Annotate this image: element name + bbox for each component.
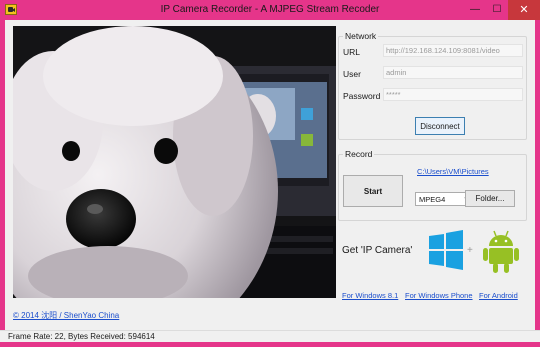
video-preview: [13, 26, 336, 298]
promo-heading: Get 'IP Camera': [342, 245, 413, 256]
user-label: User: [343, 69, 361, 79]
title-bar[interactable]: IP Camera Recorder - A MJPEG Stream Reco…: [0, 0, 540, 20]
start-record-button[interactable]: Start: [343, 175, 403, 207]
window-border-bottom: [0, 342, 540, 347]
credit-link[interactable]: © 2014 沈阳 / ShenYao China: [13, 310, 119, 321]
status-bar: Frame Rate: 22, Bytes Received: 594614: [0, 330, 540, 342]
url-label: URL: [343, 47, 361, 57]
record-group-label: Record: [343, 149, 375, 159]
password-label: Password: [343, 91, 381, 101]
status-text: Frame Rate: 22, Bytes Received: 594614: [8, 332, 155, 341]
camera-frame-image: [13, 26, 336, 298]
output-path-link[interactable]: C:\Users\VM\Pictures: [417, 167, 489, 176]
close-button[interactable]: ✕: [508, 0, 540, 20]
maximize-button[interactable]: ☐: [486, 0, 508, 20]
folder-button[interactable]: Folder...: [465, 190, 515, 207]
url-field[interactable]: [383, 44, 523, 57]
window-title: IP Camera Recorder - A MJPEG Stream Reco…: [160, 4, 380, 15]
client-area: © 2014 沈阳 / ShenYao China Network URL Us…: [5, 20, 535, 342]
codec-select[interactable]: MPEG4 ▾: [415, 192, 471, 206]
plus-sign: +: [467, 245, 473, 256]
windows-logo-icon: [429, 230, 463, 270]
android-logo-icon: [483, 230, 519, 273]
record-group: Record C:\Users\VM\Pictures Start MPEG4 …: [338, 149, 527, 221]
codec-value: MPEG4: [419, 195, 446, 204]
window-border-right: [535, 20, 540, 347]
windows-phone-store-link[interactable]: For Windows Phone: [405, 291, 473, 300]
android-store-link[interactable]: For Android: [479, 291, 518, 300]
network-group: Network URL User Password Disconnect: [338, 31, 527, 140]
windows-store-link[interactable]: For Windows 8.1: [342, 291, 398, 300]
password-field[interactable]: [383, 88, 523, 101]
user-field[interactable]: [383, 66, 523, 79]
disconnect-button[interactable]: Disconnect: [415, 117, 465, 135]
minimize-button[interactable]: —: [464, 0, 486, 20]
network-group-label: Network: [343, 31, 379, 41]
